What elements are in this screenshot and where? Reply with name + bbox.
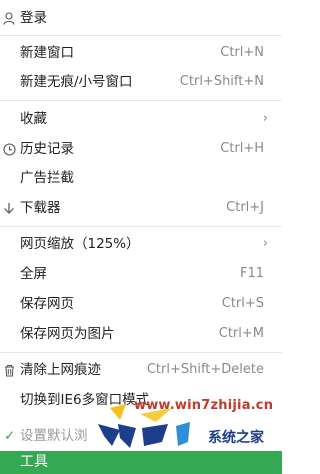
user-icon xyxy=(2,5,16,31)
menu-separator xyxy=(0,352,282,353)
menu-item-label: 全屏 xyxy=(20,266,47,282)
menu-item-login[interactable]: 登录 xyxy=(0,5,282,31)
shortcut-text: Ctrl+S xyxy=(221,296,264,311)
trash-icon xyxy=(2,357,16,383)
tools-bar[interactable]: 工具 xyxy=(0,451,282,474)
menu-item-new-private-window[interactable]: 新建无痕/小号窗口 Ctrl+Shift+N xyxy=(0,69,282,95)
clock-icon xyxy=(2,136,16,162)
shortcut-text: Ctrl+Shift+N xyxy=(179,74,264,89)
site-watermark: www.win7zhijia.cn 系统之家 xyxy=(90,398,282,454)
menu-item-label: 下载器 xyxy=(20,200,61,216)
menu-item-label: 收藏 xyxy=(20,111,47,127)
menu-item-label: 新建无痕/小号窗口 xyxy=(20,74,133,90)
menu-item-label: 保存网页 xyxy=(20,296,74,312)
menu-item-label: 广告拦截 xyxy=(20,170,74,186)
browser-main-menu: 登录 新建窗口 Ctrl+N 新建无痕/小号窗口 Ctrl+Shift+N 收藏… xyxy=(0,0,282,474)
menu-item-adblock[interactable]: 广告拦截 xyxy=(0,165,282,191)
menu-item-new-window[interactable]: 新建窗口 Ctrl+N xyxy=(0,40,282,66)
menu-item-favorites[interactable]: 收藏 › xyxy=(0,106,282,132)
tools-label: 工具 xyxy=(20,454,48,470)
shortcut-text: Ctrl+N xyxy=(220,45,264,60)
menu-item-label: 设置默认浏 xyxy=(20,428,88,444)
menu-item-label: 登录 xyxy=(20,10,47,26)
menu-item-zoom[interactable]: 网页缩放（125%） › xyxy=(0,231,282,257)
chevron-right-icon: › xyxy=(262,236,268,251)
menu-item-label: 网页缩放（125%） xyxy=(20,236,140,252)
shortcut-text: F11 xyxy=(239,266,264,281)
menu-item-clear-traces[interactable]: 清除上网痕迹 Ctrl+Shift+Delete xyxy=(0,357,282,383)
watermark-text: 系统之家 xyxy=(208,430,264,446)
menu-item-label: 清除上网痕迹 xyxy=(20,362,101,378)
watermark-logo xyxy=(98,404,190,448)
menu-item-label: 新建窗口 xyxy=(20,45,74,61)
menu-item-save-page[interactable]: 保存网页 Ctrl+S xyxy=(0,291,282,317)
shortcut-text: Ctrl+J xyxy=(226,200,264,215)
shortcut-text: Ctrl+H xyxy=(220,141,264,156)
checkmark-icon: ✓ xyxy=(4,428,16,444)
menu-separator xyxy=(0,100,282,101)
menu-item-save-as-image[interactable]: 保存网页为图片 Ctrl+M xyxy=(0,321,282,347)
chevron-right-icon: › xyxy=(262,111,268,126)
menu-item-fullscreen[interactable]: 全屏 F11 xyxy=(0,261,282,287)
menu-item-label: 保存网页为图片 xyxy=(20,326,115,342)
download-arrow-icon xyxy=(2,195,16,221)
shortcut-text: Ctrl+M xyxy=(218,326,264,341)
shortcut-text: Ctrl+Shift+Delete xyxy=(146,362,264,377)
menu-item-downloads[interactable]: 下载器 Ctrl+J xyxy=(0,195,282,221)
menu-separator xyxy=(0,35,282,36)
menu-separator xyxy=(0,226,282,227)
menu-item-label: 历史记录 xyxy=(20,141,74,157)
menu-item-history[interactable]: 历史记录 Ctrl+H xyxy=(0,136,282,162)
